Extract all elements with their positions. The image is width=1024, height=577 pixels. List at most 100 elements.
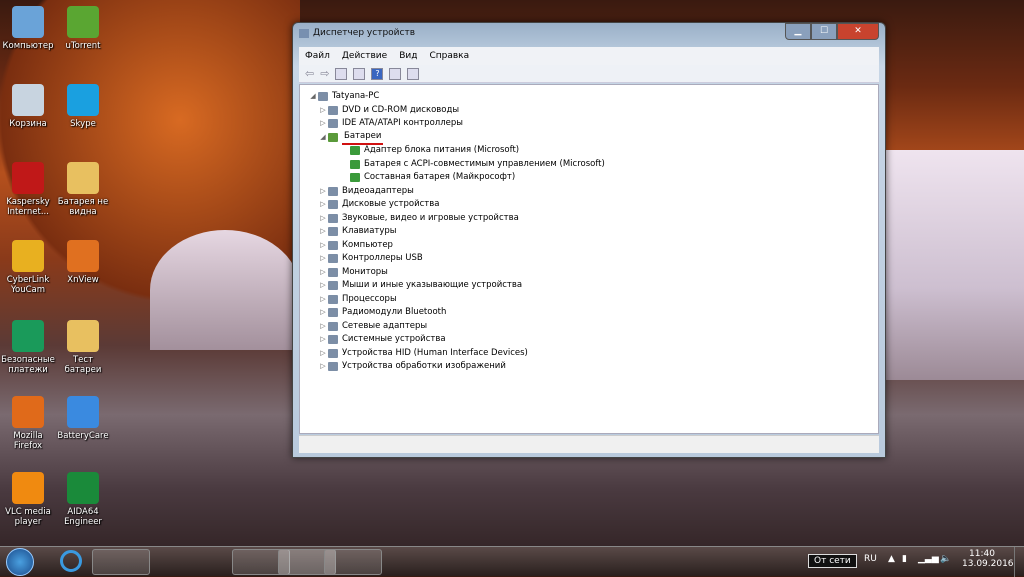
desktop-icon[interactable]: BatteryCare [55,396,111,441]
properties-icon[interactable] [353,67,366,80]
expander-icon[interactable]: ▷ [318,293,328,307]
tree-item[interactable]: ▷ Дисковые устройства [300,198,878,212]
tree-item[interactable]: ▷ Мыши и иные указывающие устройства [300,279,878,293]
tree-item-label: Компьютер [342,239,393,250]
expander-icon[interactable]: ▷ [318,320,328,334]
menu-bar: Файл Действие Вид Справка [299,47,879,65]
menu-file[interactable]: Файл [305,51,330,61]
show-hidden-icons[interactable]: ▲ [888,554,895,564]
expander-icon[interactable]: ▷ [318,185,328,199]
minimize-button[interactable]: ▁ [785,23,811,40]
tree-item[interactable]: ▷ Устройства HID (Human Interface Devices… [300,347,878,361]
app-icon [12,472,44,504]
tree-item-label: DVD и CD-ROM дисководы [342,104,460,115]
desktop-icon-label: AIDA64 Engineer [64,507,102,527]
desktop-icon-label: VLC media player [5,507,51,527]
tree-item[interactable]: ▷ Системные устройства [300,333,878,347]
expander-icon[interactable]: ◢ [318,131,328,145]
tree-item[interactable]: ◢ Батареи [300,131,878,145]
tree-item-label: Радиомодули Bluetooth [342,307,447,317]
desktop-icon[interactable]: Kaspersky Internet... [0,162,56,217]
tree-item[interactable]: ▷ DVD и CD-ROM дисководы [300,104,878,118]
desktop-icon[interactable]: CyberLink YouCam [0,240,56,295]
language-indicator[interactable]: RU [864,554,877,564]
tree-item-label: Контроллеры USB [342,253,423,263]
menu-view[interactable]: Вид [399,51,417,61]
expander-icon[interactable]: ▷ [318,266,328,280]
app-icon [12,6,44,38]
expander-icon[interactable]: ▷ [318,239,328,253]
update-driver-icon[interactable] [389,67,402,80]
clock[interactable]: 11:40 13.09.2016 [962,549,1014,569]
expander-icon[interactable]: ▷ [318,225,328,239]
tree-item[interactable]: ▷ Процессоры [300,293,878,307]
show-desktop-button[interactable] [1014,547,1024,577]
expander-icon[interactable]: ▷ [318,360,328,374]
tree-item[interactable]: ▷ Клавиатуры [300,225,878,239]
desktop-icon-label: BatteryCare [57,431,109,441]
expander-icon[interactable]: ▷ [318,104,328,118]
close-button[interactable]: ✕ [837,23,879,40]
expander-icon[interactable]: ▷ [318,347,328,361]
tree-item[interactable]: ▷ Сетевые адаптеры [300,320,878,334]
ie-icon [60,550,82,572]
tree-item[interactable]: Составная батарея (Майкрософт) [300,171,878,185]
desktop-icon-label: Корзина [9,119,47,129]
expander-icon[interactable]: ▷ [318,279,328,293]
collapse-icon[interactable]: ◢ [308,90,318,104]
desktop-icon[interactable]: Тест батареи [55,320,111,375]
desktop-icon[interactable]: Skype [55,84,111,129]
menu-action[interactable]: Действие [342,51,387,61]
tree-item[interactable]: ▷ Радиомодули Bluetooth [300,306,878,320]
desktop-icon[interactable]: XnView [55,240,111,285]
desktop-icon[interactable]: AIDA64 Engineer [55,472,111,527]
battery-icon[interactable]: ▮ [902,554,907,564]
tree-item[interactable]: ▷ Видеоадаптеры [300,185,878,199]
desktop-icon[interactable]: Компьютер [0,6,56,51]
desktop-icon[interactable]: Батарея не видна [55,162,111,217]
expander-icon[interactable]: ▷ [318,117,328,131]
back-icon[interactable]: ⇦ [305,67,314,80]
start-button[interactable] [6,548,34,576]
forward-icon[interactable]: ⇨ [320,67,329,80]
device-icon [328,186,338,196]
device-icon [328,308,338,318]
tree-item[interactable]: Адаптер блока питания (Microsoft) [300,144,878,158]
volume-icon[interactable]: 🔈 [940,554,951,564]
maximize-button[interactable]: ☐ [811,23,837,40]
desktop-icon[interactable]: Корзина [0,84,56,129]
network-icon[interactable]: ▁▃▅ [918,554,939,564]
taskbar-xnview[interactable] [324,549,382,575]
show-hide-tree-icon[interactable] [335,67,348,80]
menu-help[interactable]: Справка [429,51,469,61]
tree-item-label: Процессоры [342,293,397,304]
app-icon [12,240,44,272]
help-icon[interactable]: ? [371,67,384,80]
desktop-icon[interactable]: Mozilla Firefox [0,396,56,451]
tree-item[interactable]: Батарея с ACPI-совместимым управлением (… [300,158,878,172]
desktop-icon[interactable]: uTorrent [55,6,111,51]
device-manager-window: Диспетчер устройств ▁ ☐ ✕ Файл Действие … [292,22,886,458]
expander-icon[interactable]: ▷ [318,212,328,226]
tree-item[interactable]: ▷ Контроллеры USB [300,252,878,266]
taskbar-firefox[interactable] [180,549,238,575]
tree-item-label: Составная батарея (Майкрософт) [364,172,516,182]
desktop-icon[interactable]: VLC media player [0,472,56,527]
expander-icon[interactable]: ▷ [318,333,328,347]
expander-icon[interactable]: ▷ [318,252,328,266]
app-icon [67,472,99,504]
tree-item-label: Батареи [342,130,384,145]
tree-item[interactable]: ▷ IDE ATA/ATAPI контроллеры [300,117,878,131]
tree-item-label: Клавиатуры [342,226,397,236]
tree-root[interactable]: ◢ Tatyana-PC [300,90,878,104]
tree-item[interactable]: ▷ Компьютер [300,239,878,253]
scan-hardware-icon[interactable] [407,67,420,80]
tree-item[interactable]: ▷ Мониторы [300,266,878,280]
desktop-icon-label: XnView [67,275,99,285]
expander-icon[interactable]: ▷ [318,306,328,320]
desktop-icon[interactable]: Безопасные платежи [0,320,56,375]
tree-item[interactable]: ▷ Устройства обработки изображений [300,360,878,374]
tree-item-label: Системные устройства [342,334,446,344]
tree-item[interactable]: ▷ Звуковые, видео и игровые устройства [300,212,878,226]
expander-icon[interactable]: ▷ [318,198,328,212]
